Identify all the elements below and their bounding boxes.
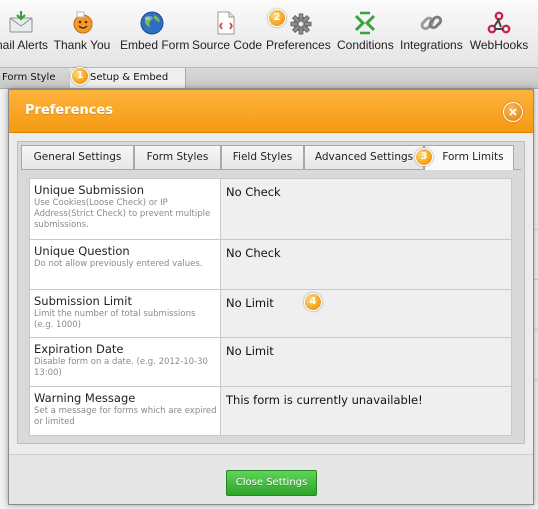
close-icon: [509, 108, 517, 116]
toolbar-conditions-label: Conditions: [337, 38, 394, 52]
toolbar-conditions[interactable]: Conditions: [337, 0, 394, 66]
email-alerts-icon: [9, 11, 33, 33]
tab-field-styles[interactable]: Field Styles: [221, 145, 304, 169]
step-marker-2: 2: [268, 9, 286, 27]
setting-row-unique-submission: Unique Submission Use Cookies(Loose Chec…: [29, 178, 512, 240]
setting-row-expiration-date: Expiration Date Disable form on a date. …: [29, 337, 512, 387]
tab-setup-embed-label: Setup & Embed: [90, 72, 169, 83]
tab-form-limits-label: Form Limits: [442, 151, 504, 163]
toolbar-embed-form-label: Embed Form: [120, 38, 190, 52]
chain-link-icon: [420, 15, 443, 31]
tab-advanced-settings[interactable]: Advanced Settings: [304, 145, 424, 169]
setting-description: Limit the number of total submissions (e…: [34, 309, 196, 330]
toolbar-embed-form[interactable]: Embed Form: [120, 0, 190, 66]
dialog-footer: Close Settings: [9, 454, 533, 504]
setting-description: Disable form on a date. (e.g. 2012-10-30…: [34, 357, 208, 378]
tab-form-style[interactable]: Form Style: [2, 68, 56, 88]
toolbar-thank-you-label: Thank You: [53, 38, 111, 52]
setting-value-expiration-date[interactable]: No Limit: [220, 337, 512, 387]
preferences-dialog: Preferences General Settings Form Styles…: [8, 89, 534, 505]
toolbar-source-code-label: Source Code: [192, 38, 263, 52]
webhooks-icon: [487, 11, 511, 34]
tab-form-styles[interactable]: Form Styles: [134, 145, 221, 169]
source-code-icon: [217, 11, 235, 35]
setting-value-unique-submission[interactable]: No Check: [220, 178, 512, 240]
setting-title: Unique Submission: [34, 183, 145, 197]
embed-globe-icon: [140, 11, 164, 35]
tab-general-settings[interactable]: General Settings: [21, 145, 134, 169]
toolbar-email-alerts-label: nail Alerts: [0, 38, 49, 52]
dialog-title: Preferences: [25, 103, 113, 118]
setting-description: Use Cookies(Loose Check) or IP Address(S…: [34, 198, 211, 230]
toolbar-integrations-label: Integrations: [400, 38, 463, 52]
toolbar-source-code[interactable]: Source Code: [192, 0, 263, 66]
setting-title: Warning Message: [34, 391, 136, 405]
setting-title: Unique Question: [34, 244, 130, 258]
setting-row-warning-message: Warning Message Set a message for forms …: [29, 386, 512, 436]
setting-value-warning-message[interactable]: This form is currently unavailable!: [220, 386, 512, 436]
close-settings-button[interactable]: Close Settings: [226, 470, 317, 496]
toolbar-thank-you[interactable]: Thank You: [53, 0, 111, 66]
gear-icon: [290, 13, 312, 35]
tab-form-style-label: Form Style: [2, 72, 56, 83]
step-marker-1: 1: [71, 67, 89, 85]
tab-form-styles-label: Form Styles: [146, 151, 209, 163]
step-marker-4: 4: [304, 293, 322, 311]
tab-advanced-settings-label: Advanced Settings: [314, 151, 414, 163]
setting-title: Submission Limit: [34, 294, 132, 308]
setting-description: Set a message for forms which are expire…: [34, 406, 217, 427]
tab-form-limits[interactable]: Form Limits: [424, 145, 514, 170]
dialog-header: Preferences: [9, 90, 533, 133]
setting-row-submission-limit: Submission Limit Limit the number of tot…: [29, 289, 512, 338]
form-limits-table: Unique Submission Use Cookies(Loose Chec…: [29, 178, 512, 436]
tab-general-settings-label: General Settings: [33, 151, 122, 163]
toolbar-email-alerts[interactable]: nail Alerts: [0, 0, 49, 66]
conditions-icon: [354, 11, 376, 35]
preferences-panel: General Settings Form Styles Field Style…: [17, 141, 525, 444]
setting-title: Expiration Date: [34, 342, 124, 356]
tab-field-styles-label: Field Styles: [232, 151, 293, 163]
setting-value-unique-question[interactable]: No Check: [220, 239, 512, 290]
form-builder-toolbar: nail Alerts Thank You Embed Form Source …: [0, 0, 538, 68]
setting-value-submission-limit[interactable]: No Limit: [220, 289, 512, 338]
setting-row-unique-question: Unique Question Do not allow previously …: [29, 239, 512, 290]
toolbar-integrations[interactable]: Integrations: [400, 0, 463, 66]
setting-description: Do not allow previously entered values.: [34, 259, 203, 269]
toolbar-webhooks-label: WebHooks: [469, 38, 529, 52]
close-dialog-button[interactable]: [503, 102, 523, 122]
toolbar-webhooks[interactable]: WebHooks: [469, 0, 529, 66]
step-marker-3: 3: [415, 148, 433, 166]
toolbar-preferences-label: Preferences: [266, 38, 331, 52]
thank-you-icon: [73, 11, 93, 34]
